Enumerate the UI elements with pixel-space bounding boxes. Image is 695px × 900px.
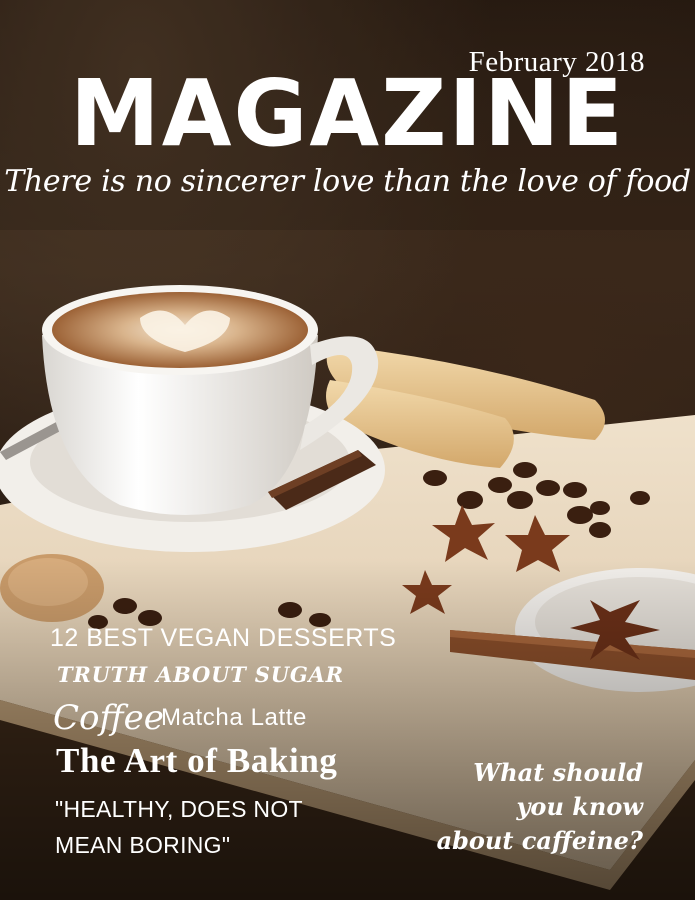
headline-truth-about-sugar: TRUTH ABOUT SUGAR xyxy=(57,662,344,687)
headline-vegan-desserts: 12 BEST VEGAN DESSERTS xyxy=(50,624,397,652)
headline-art-of-baking: The Art of Baking xyxy=(56,741,338,780)
magazine-cover: February 2018 MAGAZINE There is no since… xyxy=(0,0,695,900)
headline-matcha-latte: Matcha Latte xyxy=(161,704,307,731)
headline-healthy: "HEALTHY, DOES NOT MEAN BORING" xyxy=(55,796,303,858)
headline-caffeine-question: What should you know about caffeine? xyxy=(436,758,643,855)
magazine-title: MAGAZINE xyxy=(70,60,625,167)
tagline: There is no sincerer love than the love … xyxy=(4,164,691,199)
headline-coffee: Coffee xyxy=(53,698,164,738)
